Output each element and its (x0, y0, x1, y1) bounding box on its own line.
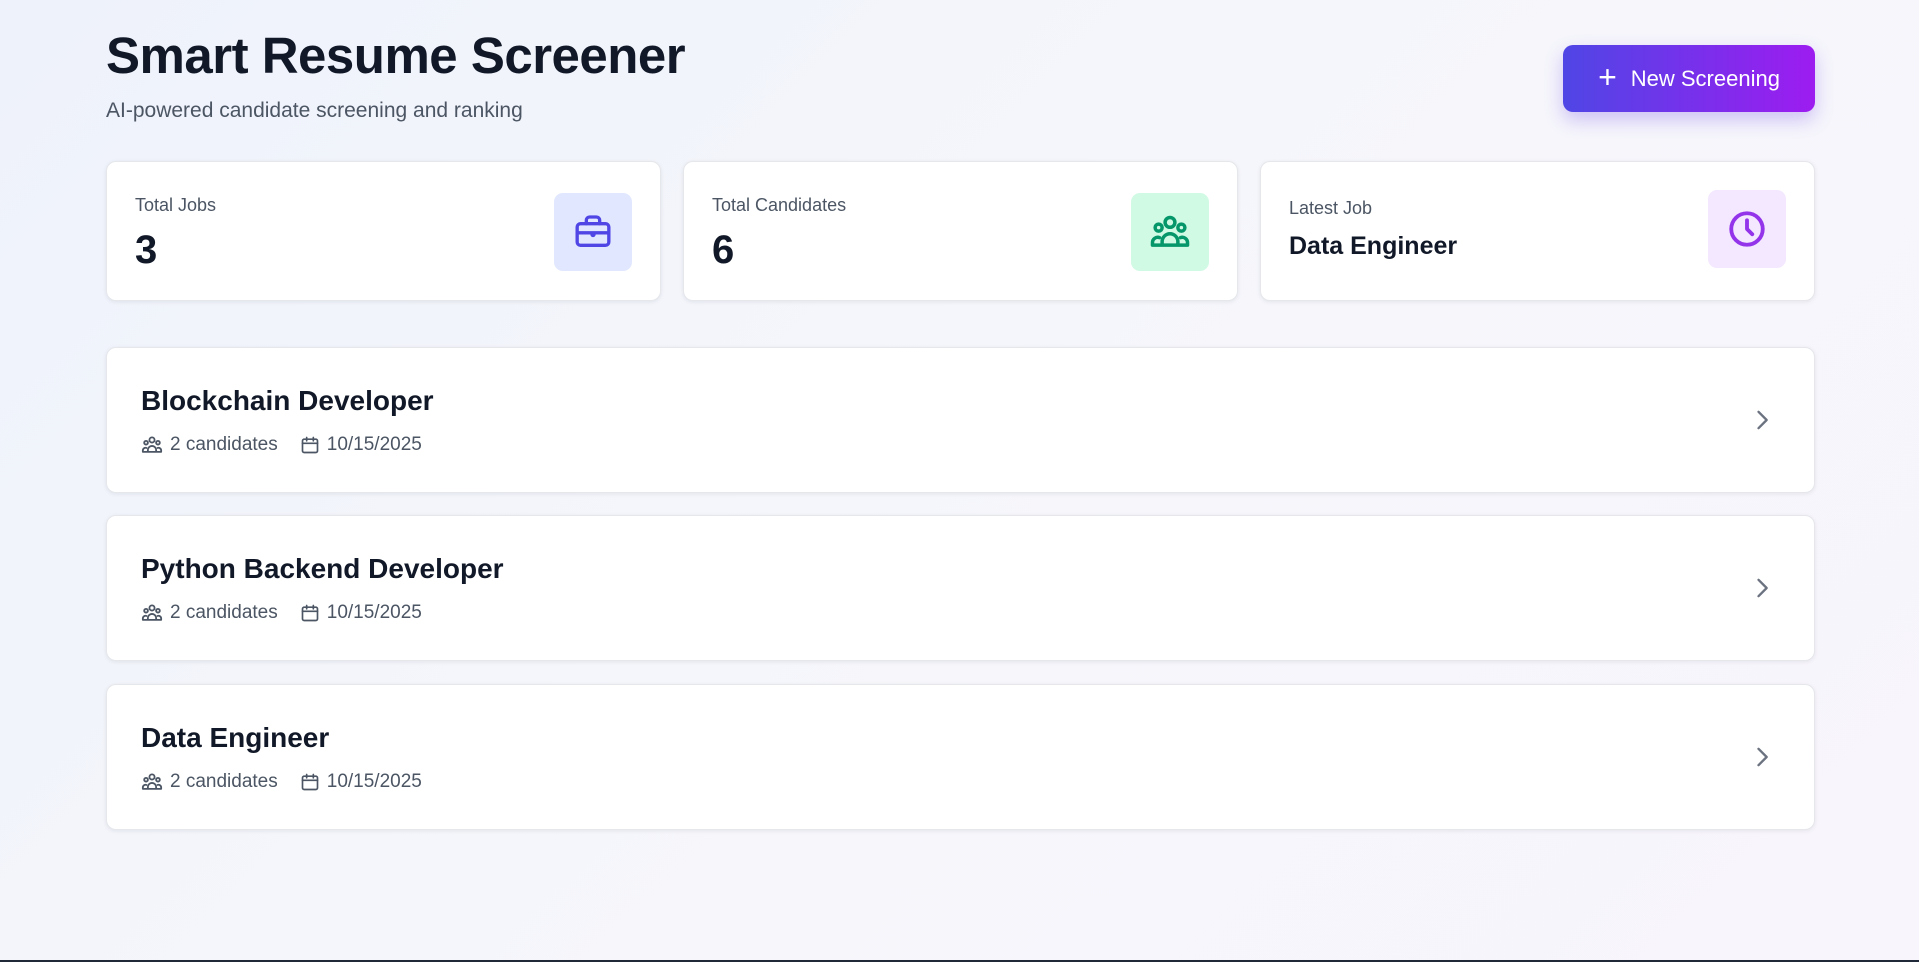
date-label: 10/15/2025 (326, 602, 422, 623)
job-meta: 2 candidates 10/15/2025 (141, 771, 422, 793)
job-meta: 2 candidates 10/15/2025 (141, 434, 422, 456)
candidates-count: 2 candidates (141, 434, 278, 456)
job-title: Blockchain Developer (141, 385, 434, 416)
users-icon (141, 604, 163, 621)
stat-value: 6 (712, 228, 735, 272)
stat-label: Latest Job (1289, 198, 1373, 218)
calendar-icon (301, 604, 319, 622)
stat-card-total-candidates: Total Candidates 6 (683, 161, 1238, 301)
stat-label: Total Jobs (135, 195, 217, 215)
chevron-right-icon (1757, 747, 1768, 767)
candidates-count: 2 candidates (141, 602, 278, 624)
candidates-label: 2 candidates (170, 771, 278, 792)
dashboard: Smart Resume Screener AI-powered candida… (106, 0, 1815, 830)
job-card[interactable]: Data Engineer 2 candidates 10/15/2025 (106, 684, 1815, 830)
job-date: 10/15/2025 (300, 771, 422, 793)
stat-card-latest-job: Latest Job Data Engineer (1260, 161, 1815, 301)
new-screening-label: New Screening (1630, 65, 1780, 91)
stats-row: Total Jobs 3 Total Candidates 6 Latest J… (106, 161, 1815, 301)
calendar-icon (301, 773, 319, 791)
new-screening-button[interactable]: + New Screening (1563, 45, 1815, 112)
job-card[interactable]: Blockchain Developer 2 candidates 10/15/… (106, 347, 1815, 493)
plus-icon: + (1598, 59, 1617, 95)
briefcase-icon (554, 193, 632, 271)
stat-value: Data Engineer (1289, 232, 1458, 260)
job-meta: 2 candidates 10/15/2025 (141, 602, 422, 624)
stat-label: Total Candidates (712, 195, 847, 215)
date-label: 10/15/2025 (326, 434, 422, 455)
candidates-label: 2 candidates (170, 602, 278, 623)
calendar-icon (301, 436, 319, 454)
candidates-count: 2 candidates (141, 771, 278, 793)
job-date: 10/15/2025 (300, 434, 422, 456)
users-icon (141, 436, 163, 453)
chevron-right-icon (1757, 578, 1768, 598)
job-title: Data Engineer (141, 722, 330, 753)
users-icon (1131, 193, 1209, 271)
job-card[interactable]: Python Backend Developer 2 candidates 10… (106, 515, 1815, 661)
candidates-label: 2 candidates (170, 434, 278, 455)
job-date: 10/15/2025 (300, 602, 422, 624)
page-title: Smart Resume Screener (106, 27, 686, 84)
chevron-right-icon (1757, 410, 1768, 430)
page-header: Smart Resume Screener AI-powered candida… (106, 0, 1815, 160)
stat-value: 3 (135, 228, 158, 272)
job-title: Python Backend Developer (141, 553, 504, 584)
users-icon (141, 773, 163, 790)
clock-icon (1708, 190, 1786, 268)
stat-card-total-jobs: Total Jobs 3 (106, 161, 661, 301)
date-label: 10/15/2025 (326, 771, 422, 792)
page-subtitle: AI-powered candidate screening and ranki… (106, 99, 523, 122)
